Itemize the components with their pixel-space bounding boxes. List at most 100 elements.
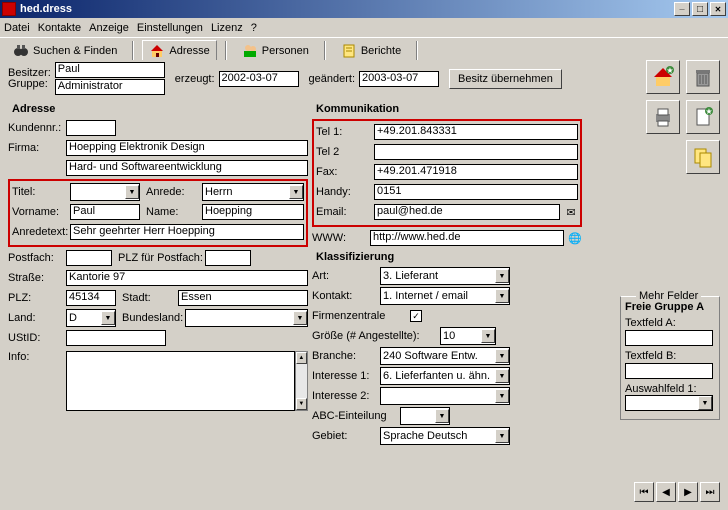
www-input[interactable]: http://www.hed.de bbox=[370, 230, 564, 246]
dropdown-icon[interactable] bbox=[698, 396, 712, 410]
firma2-input[interactable]: Hard- und Softwareentwicklung bbox=[66, 160, 308, 176]
info-textarea[interactable] bbox=[66, 351, 295, 411]
menu-lizenz[interactable]: Lizenz bbox=[211, 22, 243, 34]
dropdown-icon[interactable] bbox=[125, 185, 139, 199]
plz-input[interactable]: 45134 bbox=[66, 290, 116, 306]
mehr-gruppe: Freie Gruppe A bbox=[625, 301, 715, 313]
ustid-input[interactable] bbox=[66, 330, 166, 346]
textfeld-b-input[interactable] bbox=[625, 363, 713, 379]
fax-input[interactable]: +49.201.471918 bbox=[374, 164, 578, 180]
gebiet-combo[interactable]: Sprache Deutsch bbox=[380, 427, 510, 445]
www-label: WWW: bbox=[312, 232, 368, 244]
menu-kontakte[interactable]: Kontakte bbox=[38, 22, 81, 34]
info-scrollbar[interactable] bbox=[295, 351, 308, 411]
dropdown-icon[interactable] bbox=[289, 185, 303, 199]
besitz-uebernehmen-button[interactable]: Besitz übernehmen bbox=[449, 69, 562, 89]
int1-label: Interesse 1: bbox=[312, 370, 378, 382]
dropdown-icon[interactable] bbox=[495, 349, 509, 363]
bundesland-combo[interactable] bbox=[185, 309, 308, 327]
groesse-combo[interactable]: 10 bbox=[440, 327, 496, 345]
handy-input[interactable]: 0151 bbox=[374, 184, 578, 200]
int2-combo[interactable] bbox=[380, 387, 510, 405]
dropdown-icon[interactable] bbox=[495, 289, 509, 303]
close-button[interactable] bbox=[710, 2, 726, 16]
handy-label: Handy: bbox=[316, 186, 372, 198]
strasse-label: Straße: bbox=[8, 272, 64, 284]
plzpostfach-input[interactable] bbox=[205, 250, 251, 266]
svg-text:★: ★ bbox=[705, 107, 712, 116]
bundesland-label: Bundesland: bbox=[122, 312, 183, 324]
firma1-input[interactable]: Hoepping Elektronik Design bbox=[66, 140, 308, 156]
postfach-input[interactable] bbox=[66, 250, 112, 266]
dropdown-icon[interactable] bbox=[481, 329, 495, 343]
copy-button[interactable] bbox=[686, 140, 720, 174]
globe-icon[interactable]: 🌐 bbox=[568, 231, 582, 245]
geaendert-field[interactable]: 2003-03-07 bbox=[359, 71, 439, 87]
name-input[interactable]: Hoepping bbox=[202, 204, 304, 220]
groesse-label: Größe (# Angestellte): bbox=[312, 330, 438, 342]
menubar: Datei Kontakte Anzeige Einstellungen Liz… bbox=[0, 18, 728, 38]
int1-combo[interactable]: 6. Lieferfanten u. ähn. bbox=[380, 367, 510, 385]
kundennr-input[interactable] bbox=[66, 120, 116, 136]
anrede-combo[interactable]: Herrn bbox=[202, 183, 304, 201]
report-icon bbox=[341, 43, 357, 59]
textfeld-a-input[interactable] bbox=[625, 330, 713, 346]
tab-reports[interactable]: Berichte bbox=[334, 40, 408, 62]
adresse-section: Adresse Kundennr.: Firma:Hoepping Elektr… bbox=[8, 101, 308, 447]
menu-help[interactable]: ? bbox=[251, 22, 257, 34]
mehr-title: Mehr Felder bbox=[636, 290, 701, 302]
menu-datei[interactable]: Datei bbox=[4, 22, 30, 34]
email-icon[interactable]: ✉ bbox=[564, 205, 578, 219]
menu-einstellungen[interactable]: Einstellungen bbox=[137, 22, 203, 34]
auswahl-combo[interactable] bbox=[625, 395, 713, 411]
nav-next-button[interactable]: ▶ bbox=[678, 482, 698, 502]
scroll-up-icon[interactable] bbox=[296, 352, 307, 364]
tab-search[interactable]: Suchen & Finden bbox=[6, 40, 124, 62]
new-house-button[interactable]: ★ bbox=[646, 60, 680, 94]
print-button[interactable] bbox=[646, 100, 680, 134]
dropdown-icon[interactable] bbox=[495, 369, 509, 383]
dropdown-icon[interactable] bbox=[495, 429, 509, 443]
nav-last-button[interactable]: ⏭ bbox=[700, 482, 720, 502]
maximize-button[interactable] bbox=[692, 2, 708, 16]
delete-button[interactable] bbox=[686, 60, 720, 94]
branche-combo[interactable]: 240 Software Entw. bbox=[380, 347, 510, 365]
name-label: Name: bbox=[146, 206, 200, 218]
abc-combo[interactable] bbox=[400, 407, 450, 425]
ustid-label: UStID: bbox=[8, 332, 64, 344]
gruppe-field[interactable]: Administrator bbox=[55, 79, 165, 95]
adresse-title: Adresse bbox=[12, 103, 308, 115]
art-combo[interactable]: 3. Lieferant bbox=[380, 267, 510, 285]
titel-combo[interactable] bbox=[70, 183, 140, 201]
vorname-input[interactable]: Paul bbox=[70, 204, 140, 220]
land-combo[interactable]: D bbox=[66, 309, 116, 327]
nav-prev-button[interactable]: ◀ bbox=[656, 482, 676, 502]
tab-reports-label: Berichte bbox=[361, 45, 401, 57]
dropdown-icon[interactable] bbox=[495, 389, 509, 403]
tel2-label: Tel 2 bbox=[316, 146, 372, 158]
menu-anzeige[interactable]: Anzeige bbox=[89, 22, 129, 34]
tab-persons[interactable]: Personen bbox=[235, 40, 316, 62]
erzeugt-field[interactable]: 2002-03-07 bbox=[219, 71, 299, 87]
anredetext-input[interactable]: Sehr geehrter Herr Hoepping bbox=[70, 224, 304, 240]
new-doc-button[interactable]: ★ bbox=[686, 100, 720, 134]
scroll-down-icon[interactable] bbox=[296, 398, 307, 410]
minimize-button[interactable] bbox=[674, 2, 690, 16]
besitzer-field[interactable]: Paul bbox=[55, 62, 165, 78]
firmenz-checkbox[interactable] bbox=[410, 310, 422, 322]
tel2-input[interactable] bbox=[374, 144, 578, 160]
tel1-input[interactable]: +49.201.843331 bbox=[374, 124, 578, 140]
strasse-input[interactable]: Kantorie 97 bbox=[66, 270, 308, 286]
dropdown-icon[interactable] bbox=[101, 311, 115, 325]
stadt-input[interactable]: Essen bbox=[178, 290, 308, 306]
kontakt-combo[interactable]: 1. Internet / email bbox=[380, 287, 510, 305]
dropdown-icon[interactable] bbox=[435, 409, 449, 423]
tab-search-label: Suchen & Finden bbox=[33, 45, 117, 57]
tab-address[interactable]: Adresse bbox=[142, 40, 216, 62]
email-input[interactable]: paul@hed.de bbox=[374, 204, 560, 220]
dropdown-icon[interactable] bbox=[293, 311, 307, 325]
art-label: Art: bbox=[312, 270, 378, 282]
nav-first-button[interactable]: ⏮ bbox=[634, 482, 654, 502]
record-nav: ⏮ ◀ ▶ ⏭ bbox=[634, 482, 720, 502]
dropdown-icon[interactable] bbox=[495, 269, 509, 283]
